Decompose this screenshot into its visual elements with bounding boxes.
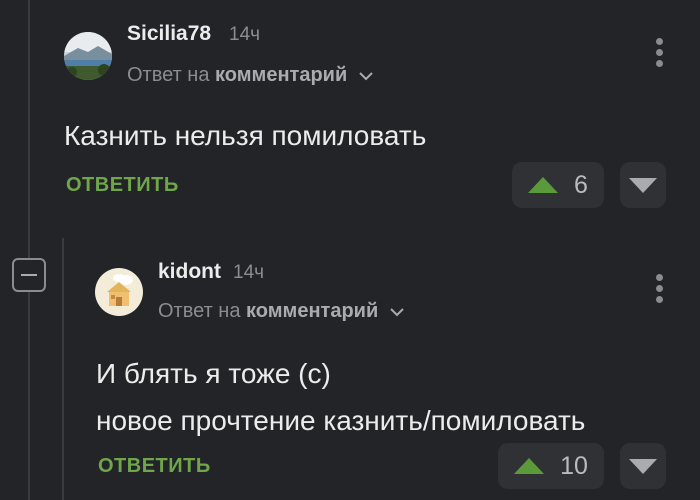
chevron-down-icon <box>390 308 404 317</box>
downvote-button[interactable] <box>620 443 666 489</box>
username[interactable]: kidont <box>158 260 221 284</box>
chevron-down-icon <box>359 72 373 81</box>
thread-line <box>62 238 64 500</box>
reply-to-link[interactable]: Ответ на комментарий <box>127 64 373 87</box>
username[interactable]: Sicilia78 <box>127 22 211 46</box>
thread-line <box>28 0 30 500</box>
vote-count: 6 <box>574 170 588 199</box>
landscape-avatar-icon <box>64 32 112 80</box>
reply-to-prefix: Ответ на <box>127 64 210 86</box>
comment-body: И блять я тоже (с) новое прочтение казни… <box>96 350 585 444</box>
reply-button[interactable]: ОТВЕТИТЬ <box>98 455 211 478</box>
minus-icon <box>21 274 37 276</box>
reply-to-target: комментарий <box>215 64 348 86</box>
more-options-icon[interactable] <box>654 38 664 68</box>
reply-button[interactable]: ОТВЕТИТЬ <box>66 174 179 197</box>
reply-to-link[interactable]: Ответ на комментарий <box>158 300 404 323</box>
more-options-icon[interactable] <box>654 274 664 304</box>
timestamp: 14ч <box>229 24 261 45</box>
house-avatar-icon <box>95 268 143 316</box>
downvote-button[interactable] <box>620 162 666 208</box>
triangle-up-icon <box>528 177 559 193</box>
avatar[interactable] <box>64 32 112 80</box>
collapse-thread-button[interactable] <box>12 258 46 292</box>
triangle-down-icon <box>629 177 657 193</box>
comment-line: новое прочтение казнить/помиловать <box>96 405 586 436</box>
reply-to-prefix: Ответ на <box>158 300 241 322</box>
avatar[interactable] <box>95 268 143 316</box>
triangle-up-icon <box>514 458 545 474</box>
vote-count: 10 <box>560 451 588 480</box>
reply-to-target: комментарий <box>246 300 379 322</box>
timestamp: 14ч <box>233 262 265 283</box>
comment-line: И блять я тоже (с) <box>96 358 331 389</box>
upvote-button[interactable]: 10 <box>498 443 604 489</box>
comment-body: Казнить нельзя помиловать <box>64 112 426 159</box>
triangle-down-icon <box>629 458 657 474</box>
upvote-button[interactable]: 6 <box>512 162 604 208</box>
comment-line: Казнить нельзя помиловать <box>64 120 427 151</box>
